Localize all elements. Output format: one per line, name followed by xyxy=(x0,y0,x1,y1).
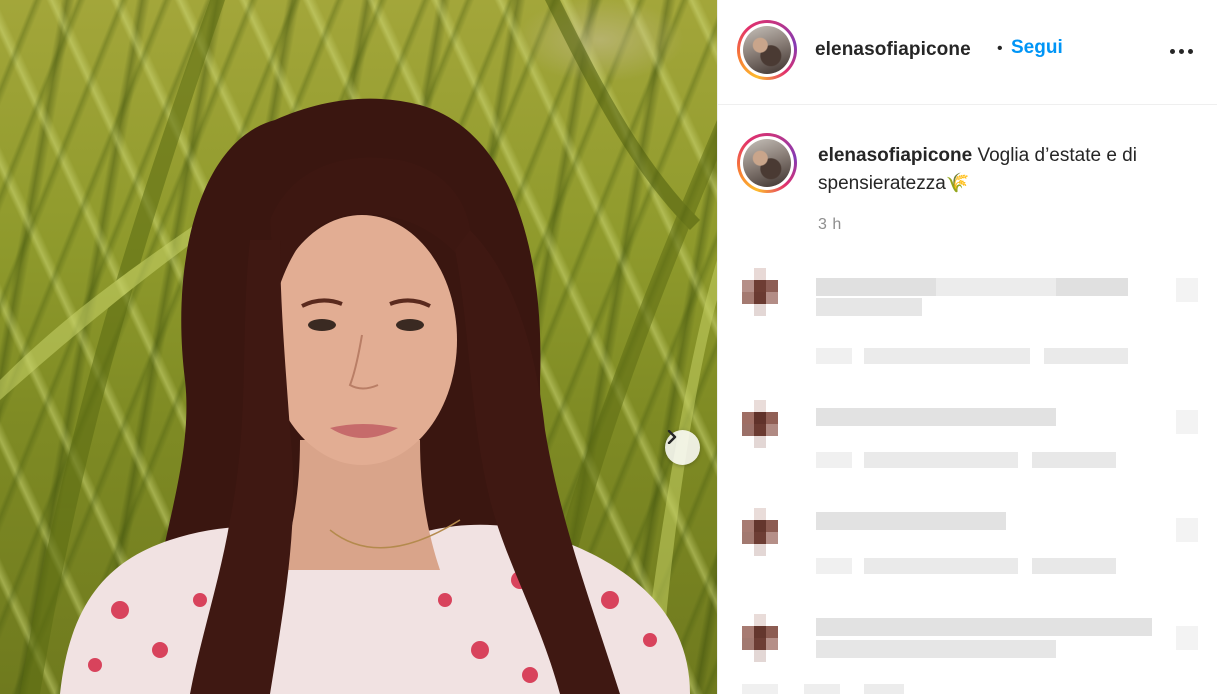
portrait-illustration xyxy=(0,0,717,694)
comment-item xyxy=(718,508,1217,593)
comment-item xyxy=(718,614,1217,694)
post-caption: elenasofiapicone Voglia d’estate e di sp… xyxy=(818,142,1198,198)
caption-avatar[interactable] xyxy=(737,133,797,193)
next-photo-button[interactable] xyxy=(665,430,700,465)
follow-button[interactable]: Segui xyxy=(1011,37,1063,59)
post-timestamp[interactable]: 3 h xyxy=(818,216,842,234)
avatar-image xyxy=(743,139,791,187)
comment-item xyxy=(718,268,1217,383)
pixelated-comment xyxy=(742,268,1198,364)
caption-username[interactable]: elenasofiapicone xyxy=(818,145,972,166)
pixelated-comment xyxy=(742,508,1198,574)
comment-item xyxy=(718,400,1217,485)
more-options-button[interactable] xyxy=(1170,40,1196,60)
post-side-panel: elenasofiapicone • Segui elenasofiapicon… xyxy=(718,0,1217,694)
more-horizontal-icon xyxy=(1170,49,1175,54)
avatar-image xyxy=(743,26,791,74)
post-photo xyxy=(0,0,717,694)
chevron-right-icon xyxy=(667,430,677,444)
author-avatar[interactable] xyxy=(737,20,797,80)
author-username[interactable]: elenasofiapicone xyxy=(815,39,971,61)
separator-dot: • xyxy=(997,40,1003,57)
pixelated-comment xyxy=(742,614,1198,694)
pixelated-comment xyxy=(742,400,1198,468)
post-header: elenasofiapicone • Segui xyxy=(718,0,1217,105)
